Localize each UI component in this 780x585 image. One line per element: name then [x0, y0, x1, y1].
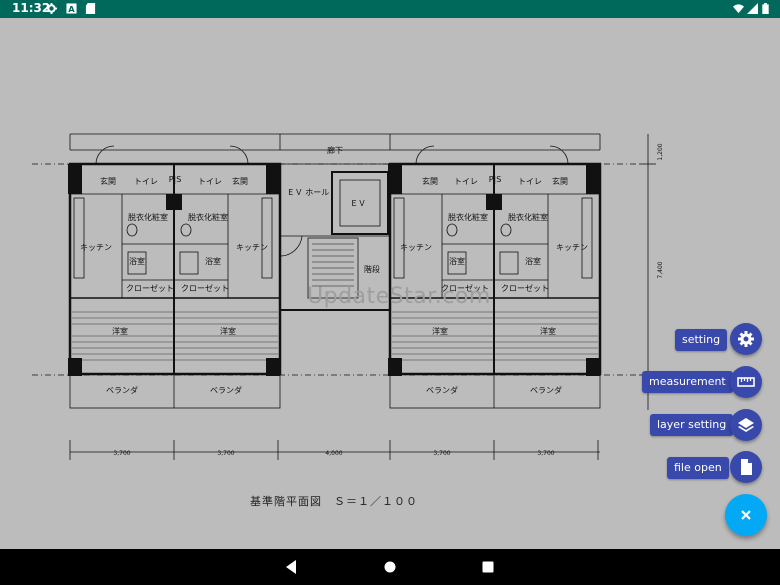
room-label-2: 洋室 [220, 326, 236, 336]
drawing-caption: 基準階平面図 Ｓ＝１／１００ [250, 494, 418, 508]
svg-text:A: A [68, 4, 75, 14]
veranda-label-2: ベランダ [210, 385, 242, 395]
layer-setting-label[interactable]: layer setting [650, 414, 734, 436]
setting-label[interactable]: setting [675, 329, 728, 351]
battery-icon [762, 3, 769, 14]
main-fab-close[interactable] [725, 494, 767, 536]
layer-setting-button[interactable] [730, 409, 762, 441]
status-bar: 11:32 A [0, 0, 780, 18]
layers-icon [738, 418, 754, 432]
dimension-2: 3,700 [217, 450, 234, 457]
file-icon [741, 459, 752, 475]
genkan-label-3: 玄関 [422, 176, 438, 186]
room-label-4: 洋室 [540, 326, 556, 336]
genkan-label-2: 玄関 [232, 176, 248, 186]
bath-label-2: 浴室 [205, 256, 221, 266]
ev-label: ＥＶ [350, 199, 366, 208]
veranda-label-4: ベランダ [530, 385, 562, 395]
navigation-bar [0, 549, 780, 585]
kitchen-label-3: キッチン [400, 243, 432, 252]
a-badge-icon: A [66, 3, 77, 14]
genkan-label-4: 玄関 [552, 176, 568, 186]
washroom-label-1: 脱衣化粧室 [128, 212, 168, 222]
wifi-icon [733, 4, 744, 14]
veranda-label-3: ベランダ [426, 385, 458, 395]
toilet-label-1: トイレ [134, 177, 158, 186]
right-dimension-1: 1,200 [657, 143, 664, 160]
dimension-3: 4,000 [325, 450, 342, 457]
close-icon [741, 510, 751, 520]
clock: 11:32 [12, 1, 51, 15]
dimension-4: 3,700 [433, 450, 450, 457]
genkan-label-1: 玄関 [100, 176, 116, 186]
dimension-5: 3,700 [537, 450, 554, 457]
toilet-label-3: トイレ [454, 177, 478, 186]
washroom-label-2: 脱衣化粧室 [188, 212, 228, 222]
back-icon[interactable] [284, 557, 298, 577]
stairs-label: 階段 [364, 264, 380, 274]
file-open-label[interactable]: file open [667, 457, 729, 479]
toilet-label-4: トイレ [518, 177, 542, 186]
toilet-label-2: トイレ [198, 177, 222, 186]
kitchen-label-4: キッチン [556, 243, 588, 252]
corridor-label: 廊下 [327, 145, 343, 155]
veranda-label-1: ベランダ [106, 385, 138, 395]
washroom-label-4: 脱衣化粧室 [508, 212, 548, 222]
closet-label-4: クローゼット [501, 283, 549, 293]
ps-label-1: P|S [169, 175, 182, 184]
right-dimension-2: 7,400 [657, 261, 664, 278]
ev-hall-label: ＥＶ ホール [287, 188, 330, 197]
home-icon[interactable] [384, 557, 396, 577]
kitchen-label-1: キッチン [80, 243, 112, 252]
sd-card-icon [85, 3, 96, 14]
bath-label-1: 浴室 [129, 256, 145, 266]
measurement-button[interactable] [730, 366, 762, 398]
gear-icon [738, 331, 754, 347]
bath-label-4: 浴室 [525, 256, 541, 266]
ps-label-2: P|S [489, 175, 502, 184]
closet-label-1: クローゼット [126, 283, 174, 293]
washroom-label-3: 脱衣化粧室 [448, 212, 488, 222]
signal-icon [747, 3, 758, 14]
kitchen-label-2: キッチン [236, 243, 268, 252]
room-label-1: 洋室 [112, 326, 128, 336]
measurement-label[interactable]: measurement [642, 371, 733, 393]
drawing-canvas[interactable]: 廊下 ＥＶ ホール ＥＶ 階段 P|S P|S 玄関 玄関 玄関 玄関 トイレ … [0, 18, 780, 549]
watermark: UpdateStar.com [307, 284, 491, 309]
dimension-1: 3,700 [113, 450, 130, 457]
file-open-button[interactable] [730, 451, 762, 483]
ruler-icon [737, 377, 755, 387]
recents-icon[interactable] [482, 557, 494, 577]
setting-button[interactable] [730, 323, 762, 355]
gear-icon [46, 3, 57, 14]
bath-label-3: 浴室 [449, 256, 465, 266]
closet-label-2: クローゼット [181, 283, 229, 293]
room-label-3: 洋室 [432, 326, 448, 336]
